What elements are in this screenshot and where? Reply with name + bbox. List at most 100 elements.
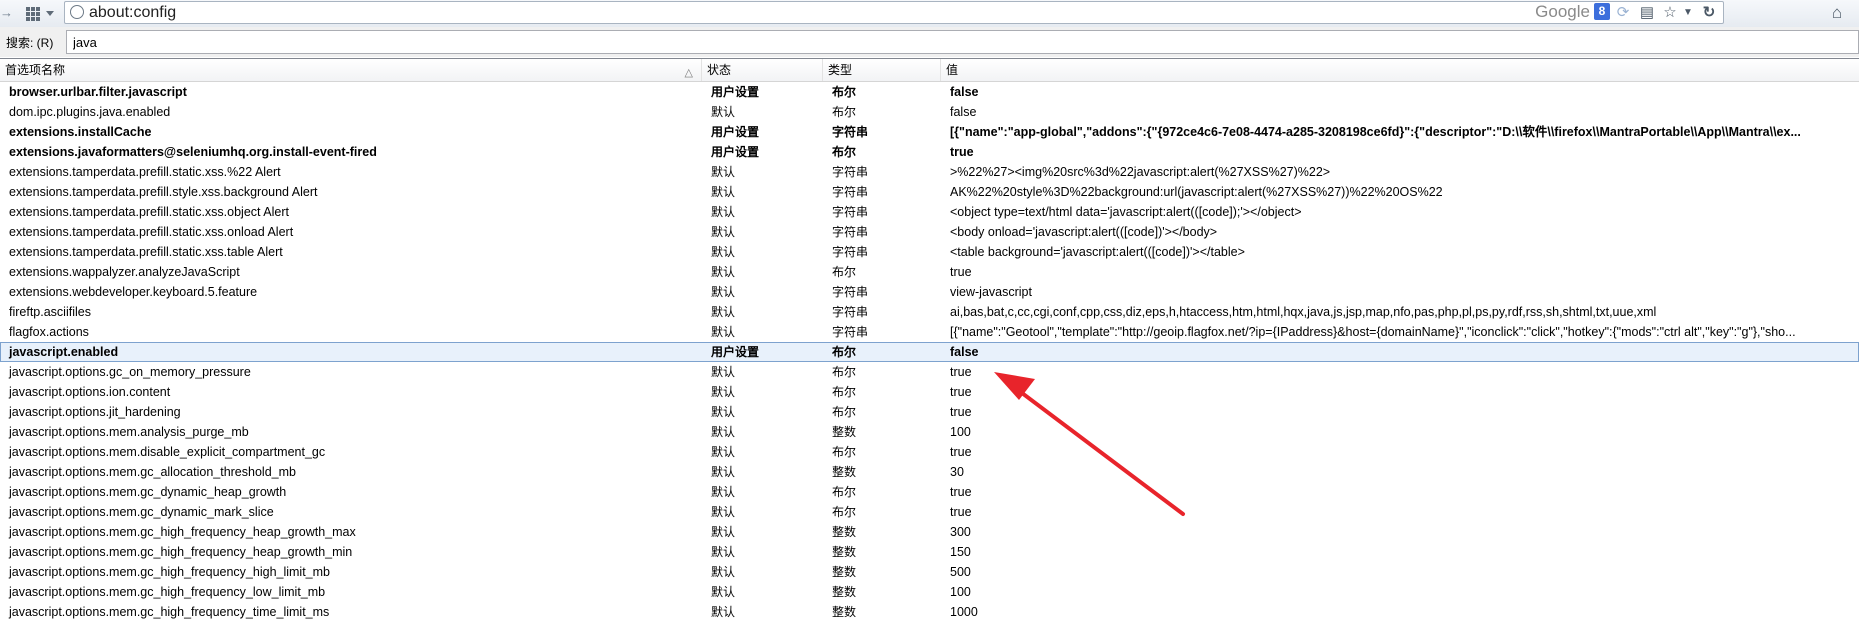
pref-status-cell: 默认	[711, 565, 736, 579]
pref-value-cell: false	[950, 105, 977, 119]
pref-name-cell: javascript.options.jit_hardening	[9, 405, 181, 419]
table-row[interactable]: extensions.tamperdata.prefill.static.xss…	[0, 242, 1859, 262]
table-row[interactable]: extensions.javaformatters@seleniumhq.org…	[0, 142, 1859, 162]
table-row[interactable]: javascript.options.mem.gc_dynamic_mark_s…	[0, 502, 1859, 522]
pref-value-cell: 100	[950, 425, 971, 439]
sort-ascending-icon[interactable]: △	[685, 62, 693, 84]
table-row[interactable]: javascript.options.mem.gc_high_frequency…	[0, 602, 1859, 622]
pref-type-cell: 字符串	[832, 285, 869, 299]
pref-name-cell: javascript.options.mem.disable_explicit_…	[9, 445, 326, 459]
pref-type-cell: 布尔	[832, 405, 857, 419]
table-row[interactable]: extensions.webdeveloper.keyboard.5.featu…	[0, 282, 1859, 302]
table-row[interactable]: browser.urlbar.filter.javascript 用户设置 布尔 fa…	[0, 82, 1859, 102]
navigation-toolbar: → about:config Google 8 ⟳ ▤ ☆ ▼ ↻ ⌂	[0, 0, 1859, 28]
table-row[interactable]: javascript.options.mem.gc_high_frequency…	[0, 562, 1859, 582]
pref-status-cell: 默认	[711, 485, 736, 499]
url-text[interactable]: about:config	[89, 3, 176, 23]
pref-name-cell: flagfox.actions	[9, 325, 89, 339]
pref-value-cell: false	[950, 85, 979, 99]
table-row[interactable]: javascript.options.mem.gc_allocation_thr…	[0, 462, 1859, 482]
url-bar[interactable]: about:config	[64, 1, 1724, 24]
pref-name-cell: extensions.webdeveloper.keyboard.5.featu…	[9, 285, 258, 299]
web-search-box[interactable]: Google	[1486, 1, 1590, 24]
table-row[interactable]: extensions.tamperdata.prefill.style.xss.…	[0, 182, 1859, 202]
pref-name-cell: extensions.tamperdata.prefill.style.xss.…	[9, 185, 318, 199]
pref-type-cell: 布尔	[832, 485, 857, 499]
pref-name-cell: javascript.options.mem.gc_high_frequency…	[9, 585, 326, 599]
pref-status-cell: 默认	[711, 505, 736, 519]
table-row[interactable]: javascript.options.ion.content 默认 布尔 true	[0, 382, 1859, 402]
table-row[interactable]: extensions.tamperdata.prefill.static.xss…	[0, 162, 1859, 182]
pref-type-cell: 布尔	[832, 85, 857, 99]
pref-status-cell: 默认	[711, 365, 736, 379]
table-row[interactable]: flagfox.actions 默认 字符串 [{"name":"Geotool","…	[0, 322, 1859, 342]
table-row[interactable]: fireftp.asciifiles 默认 字符串 ai,bas,bat,c,cc,c…	[0, 302, 1859, 322]
pref-name-cell: javascript.options.mem.gc_dynamic_heap_g…	[9, 485, 287, 499]
pref-status-cell: 默认	[711, 545, 736, 559]
column-header-status[interactable]: 状态	[702, 59, 823, 81]
pref-status-cell: 默认	[711, 245, 736, 259]
pref-type-cell: 整数	[832, 425, 857, 439]
search-engine-icon[interactable]: 8	[1594, 3, 1610, 20]
pref-status-cell: 默认	[711, 385, 736, 399]
search-input[interactable]	[66, 30, 1859, 54]
pref-value-cell: true	[950, 145, 974, 159]
table-row[interactable]: dom.ipc.plugins.java.enabled 默认 布尔 false	[0, 102, 1859, 122]
pref-value-cell: 100	[950, 585, 971, 599]
table-row[interactable]: javascript.enabled 用户设置 布尔 false	[0, 342, 1859, 362]
chevron-down-icon	[46, 11, 54, 16]
pref-name-cell: extensions.installCache	[9, 125, 152, 139]
back-arrow-icon[interactable]: →	[0, 2, 14, 24]
pref-name-cell: javascript.options.mem.gc_high_frequency…	[9, 545, 353, 559]
table-row[interactable]: javascript.options.mem.disable_explicit_…	[0, 442, 1859, 462]
pref-name-cell: javascript.options.mem.analysis_purge_mb	[9, 425, 249, 439]
table-row[interactable]: javascript.options.mem.analysis_purge_mb…	[0, 422, 1859, 442]
table-row[interactable]: javascript.options.mem.gc_dynamic_heap_g…	[0, 482, 1859, 502]
tree-header: 首选项名称 △ 状态 类型 值	[0, 59, 1859, 82]
pref-type-cell: 字符串	[832, 245, 869, 259]
home-icon[interactable]: ⌂	[1824, 3, 1850, 23]
search-filter-bar: 搜索: (R)	[0, 27, 1859, 57]
column-header-name[interactable]: 首选项名称 △	[0, 59, 702, 81]
table-row[interactable]: extensions.installCache 用户设置 字符串 [{"name":"…	[0, 122, 1859, 142]
table-row[interactable]: extensions.tamperdata.prefill.static.xss…	[0, 222, 1859, 242]
table-row[interactable]: extensions.tamperdata.prefill.static.xss…	[0, 202, 1859, 222]
globe-icon	[70, 5, 84, 19]
pref-status-cell: 用户设置	[711, 125, 760, 139]
pref-value-cell: true	[950, 365, 972, 379]
pref-type-cell: 整数	[832, 605, 857, 619]
pref-type-cell: 布尔	[832, 105, 857, 119]
column-header-type[interactable]: 类型	[823, 59, 941, 81]
pref-type-cell: 布尔	[832, 265, 857, 279]
column-header-value[interactable]: 值	[941, 59, 1859, 81]
pref-value-cell: true	[950, 385, 972, 399]
preferences-tree[interactable]: 首选项名称 △ 状态 类型 值 browser.urlbar.filter.ja…	[0, 58, 1859, 627]
table-row[interactable]: extensions.wappalyzer.analyzeJavaScript 默…	[0, 262, 1859, 282]
table-row[interactable]: javascript.options.mem.gc_high_frequency…	[0, 522, 1859, 542]
pref-value-cell: <object type=text/html data='javascript:…	[950, 205, 1302, 219]
pref-value-cell: [{"name":"Geotool","template":"http://ge…	[950, 325, 1796, 339]
star-icon[interactable]: ☆	[1660, 3, 1680, 23]
pref-type-cell: 整数	[832, 465, 857, 479]
pref-name-cell: dom.ipc.plugins.java.enabled	[9, 105, 171, 119]
table-row[interactable]: javascript.options.mem.gc_high_frequency…	[0, 582, 1859, 602]
table-row[interactable]: javascript.options.gc_on_memory_pressure…	[0, 362, 1859, 382]
table-row[interactable]: javascript.options.mem.gc_high_frequency…	[0, 542, 1859, 562]
pref-status-cell: 用户设置	[711, 145, 760, 159]
apps-grid-icon[interactable]	[26, 3, 56, 23]
table-row[interactable]: javascript.options.jit_hardening 默认 布尔 true	[0, 402, 1859, 422]
pref-value-cell: AK%22%20style%3D%22background:url(javasc…	[950, 185, 1443, 199]
pref-value-cell: 300	[950, 525, 971, 539]
dropdown-icon[interactable]: ▼	[1681, 3, 1695, 23]
sync-icon[interactable]: ⟳	[1614, 3, 1632, 23]
pref-status-cell: 默认	[711, 265, 736, 279]
pref-type-cell: 整数	[832, 525, 857, 539]
pref-name-cell: javascript.options.gc_on_memory_pressure	[9, 365, 251, 379]
pref-name-cell: extensions.tamperdata.prefill.static.xss…	[9, 205, 289, 219]
pref-type-cell: 字符串	[832, 125, 869, 139]
reload-icon[interactable]: ↻	[1698, 3, 1720, 23]
pref-value-cell: view-javascript	[950, 285, 1032, 299]
pref-type-cell: 字符串	[832, 225, 869, 239]
pref-type-cell: 字符串	[832, 325, 869, 339]
reader-icon[interactable]: ▤	[1636, 3, 1658, 23]
